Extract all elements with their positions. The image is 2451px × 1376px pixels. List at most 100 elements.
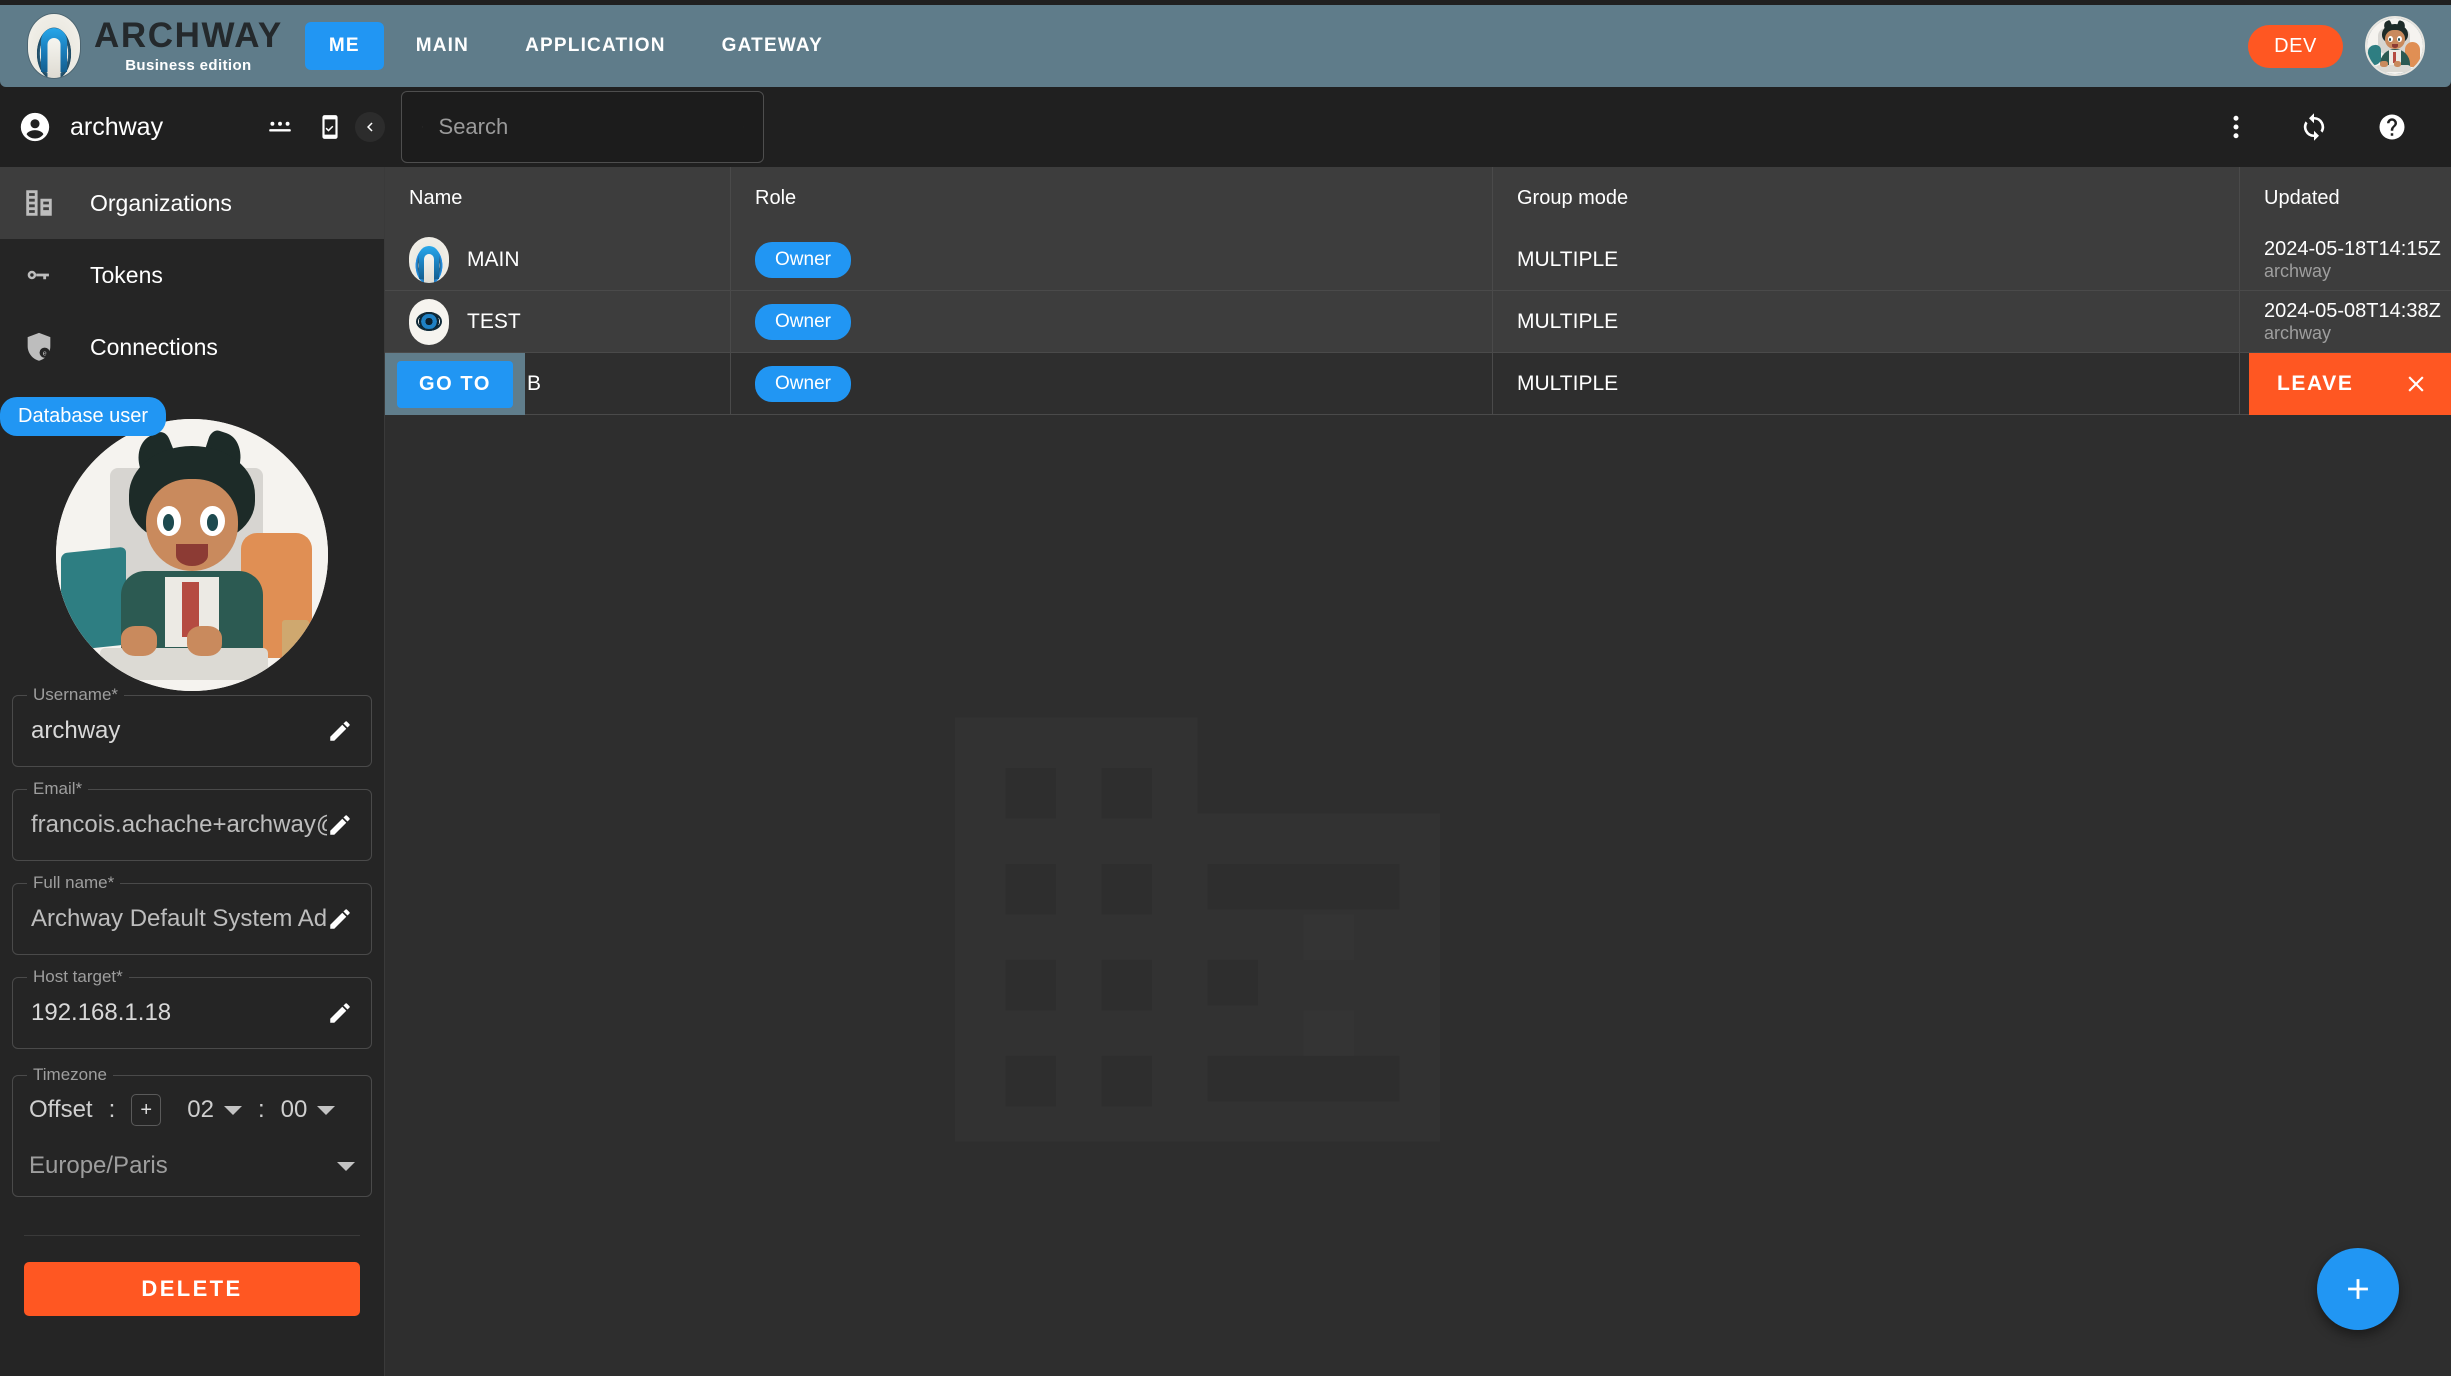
username-field[interactable]: Username* archway [12,685,372,767]
org-name: TEST [467,309,521,333]
table-row[interactable]: MAIN Owner MULTIPLE 2024-05-18T14:15Z ar… [385,229,2451,291]
main-content: Name Role Group mode Updated MAIN Owner … [385,167,2451,1376]
panel-divider [24,1235,360,1236]
fullname-label: Full name* [27,873,121,893]
updated-by: archway [2264,322,2332,343]
brand[interactable]: ARCHWAY Business edition [28,14,283,78]
cell-role: Owner [730,229,1492,291]
offset-minutes-select[interactable]: 00 [281,1096,336,1124]
leave-button[interactable]: LEAVE [2277,372,2353,396]
column-header-updated[interactable]: Updated [2239,167,2451,229]
group-mode-value: MULTIPLE [1517,309,1619,333]
role-badge[interactable]: Owner [755,303,851,340]
mobile-check-icon[interactable] [317,114,343,140]
account-circle-icon [20,112,50,142]
nav-tab-main[interactable]: MAIN [392,22,493,70]
avatar[interactable] [2365,16,2425,76]
plus-icon [2348,1279,2368,1299]
cell-name: TEST [385,291,730,353]
username-label: Username* [27,685,125,705]
profile-avatar[interactable] [56,419,328,691]
password-icon[interactable] [267,114,293,140]
collapse-sidebar-button[interactable] [355,112,385,142]
group-mode-value: MULTIPLE [1517,247,1619,271]
app-header: ARCHWAY Business edition ME MAIN APPLICA… [0,5,2451,87]
email-value: francois.achache+archway@ [31,811,327,838]
timezone-zone-value: Europe/Paris [29,1152,168,1179]
app-root: ARCHWAY Business edition ME MAIN APPLICA… [0,0,2451,1376]
fullname-field[interactable]: Full name* Archway Default System Adm [12,873,372,955]
table-row-hovered[interactable]: B Owner MULTIPLE GO TO LEAVE [385,353,2451,415]
group-mode-value: MULTIPLE [1517,371,1619,395]
env-badge[interactable]: DEV [2248,24,2343,68]
goto-button[interactable]: GO TO [396,360,514,408]
nav-tab-gateway[interactable]: GATEWAY [698,22,847,70]
offset-label: Offset [29,1096,93,1123]
cell-name: MAIN [385,229,730,291]
cell-updated: 2024-05-18T14:15Z archway [2239,229,2451,291]
role-badge[interactable]: Owner [755,241,851,278]
sync-icon[interactable] [2299,112,2329,142]
column-header-group-mode[interactable]: Group mode [1492,167,2239,229]
more-vertical-icon[interactable] [2221,112,2251,142]
brand-edition: Business edition [125,57,252,74]
hosttarget-label: Host target* [27,967,129,987]
sidebar-nav: Organizations Tokens e Connections [0,167,384,383]
main-nav: ME MAIN APPLICATION GATEWAY [304,22,847,70]
fullname-value: Archway Default System Adm [31,905,327,932]
edit-pencil-icon[interactable] [327,906,353,932]
page-title: archway [70,112,164,141]
sidebar-label-tokens: Tokens [90,261,163,288]
offset-colon-1: : [108,1096,116,1123]
archway-logo-icon [28,14,80,78]
cell-role: Owner [730,353,1492,415]
hosttarget-field[interactable]: Host target* 192.168.1.18 [12,967,372,1049]
toolbar-left: archway [0,87,385,167]
delete-button[interactable]: DELETE [24,1262,360,1316]
shield-account-icon: e [27,332,51,361]
sidebar-item-connections[interactable]: e Connections [0,311,384,383]
profile-avatar-block: Database user [0,393,384,691]
offset-hours-select[interactable]: 02 [187,1096,242,1124]
building-icon [26,190,52,216]
column-header-role[interactable]: Role [730,167,1492,229]
chevron-down-icon [337,1161,355,1171]
close-icon[interactable] [2403,371,2429,397]
updated-date: 2024-05-18T14:15Z [2264,237,2441,260]
table-row[interactable]: TEST Owner MULTIPLE 2024-05-08T14:38Z ar… [385,291,2451,353]
org-name: B [527,371,542,395]
sidebar-item-organizations[interactable]: Organizations [0,167,384,239]
profile-form: Username* archway Email* francois.achach… [0,661,384,1316]
goto-overlay: GO TO [385,353,525,415]
chevron-down-icon [223,1105,242,1115]
cell-role: Owner [730,291,1492,353]
svg-text:e: e [43,350,47,358]
key-icon [27,270,49,280]
sidebar-label-organizations: Organizations [90,189,232,216]
context-toolbar: archway [0,87,2451,167]
column-header-name[interactable]: Name [385,167,730,229]
add-organization-fab[interactable] [2317,1248,2399,1330]
offset-sign-toggle[interactable]: + [131,1094,162,1126]
updated-date: 2024-05-08T14:38Z [2264,299,2441,322]
sidebar-item-tokens[interactable]: Tokens [0,239,384,311]
archway-org-icon [409,236,449,283]
search-box[interactable] [401,91,764,163]
role-badge[interactable]: Owner [755,365,851,402]
nav-tab-application[interactable]: APPLICATION [501,22,690,70]
brand-text: ARCHWAY Business edition [94,18,283,74]
edit-pencil-icon[interactable] [327,812,353,838]
organization-watermark-icon [955,717,1440,1142]
email-field[interactable]: Email* francois.achache+archway@ [12,779,372,861]
help-circle-icon[interactable] [2377,112,2407,142]
table-header-row: Name Role Group mode Updated [385,167,2451,229]
hosttarget-value: 192.168.1.18 [31,999,172,1026]
timezone-zone-select[interactable]: Europe/Paris [29,1152,355,1180]
sidebar-label-connections: Connections [90,333,218,360]
search-input[interactable] [438,114,727,140]
edit-pencil-icon[interactable] [327,718,353,744]
updated-by: archway [2264,260,2332,281]
nav-tab-me[interactable]: ME [304,22,384,70]
edit-pencil-icon[interactable] [327,1000,353,1026]
chevron-down-icon [317,1105,336,1115]
